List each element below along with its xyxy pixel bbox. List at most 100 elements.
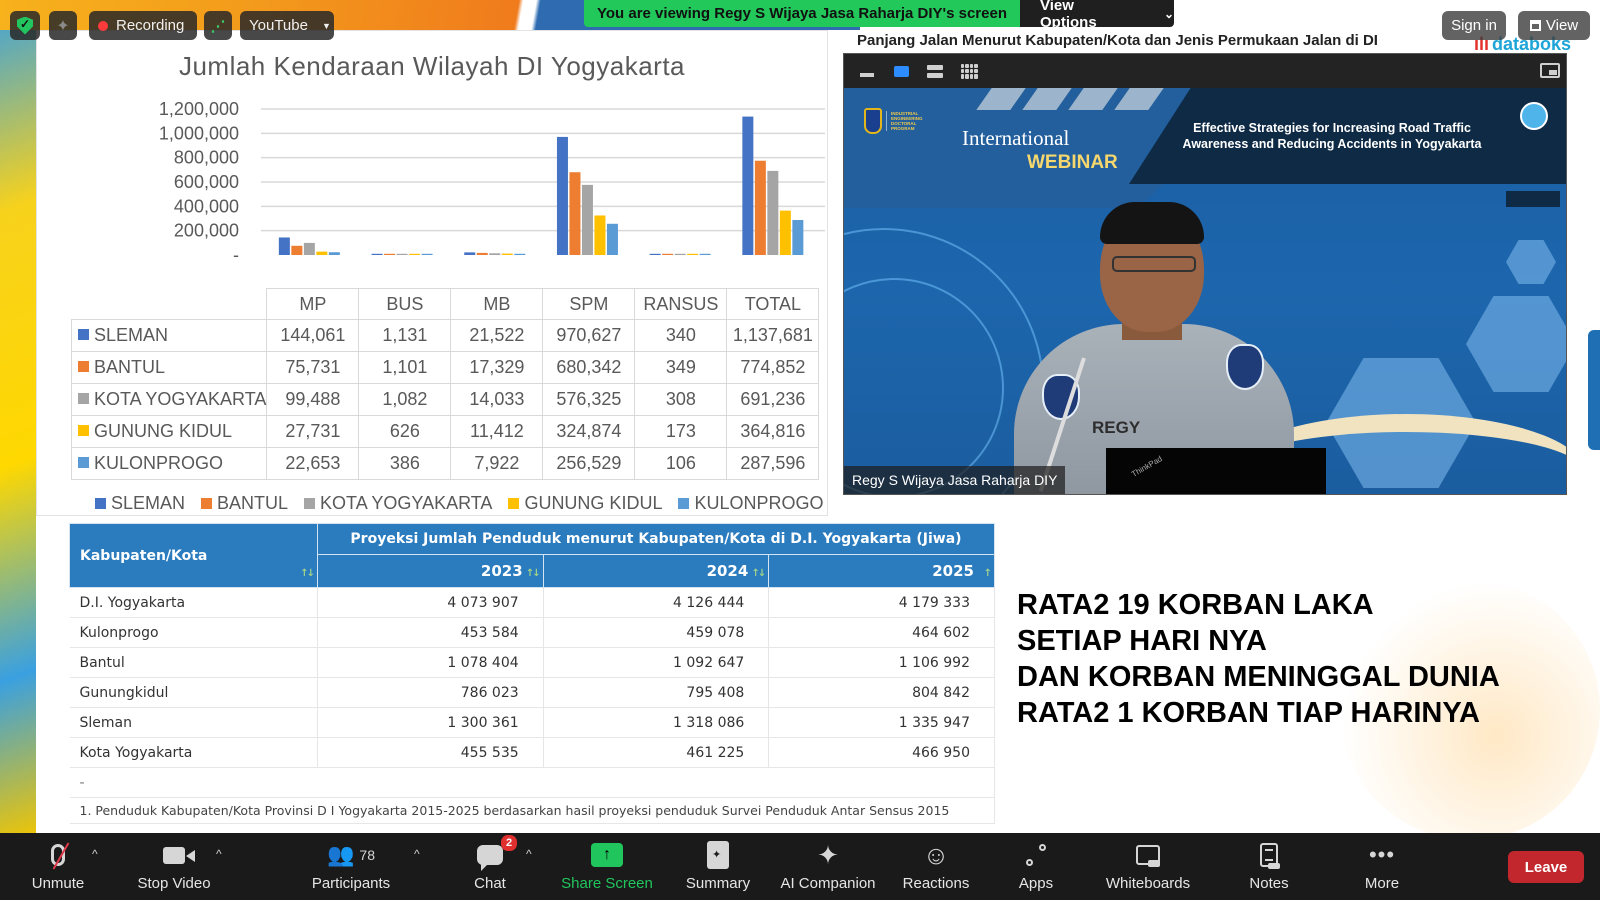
banner-dark-tab <box>1506 191 1560 207</box>
speaker-view-button[interactable] <box>892 64 910 78</box>
whiteboard-icon <box>1136 845 1160 867</box>
whiteboards-button[interactable]: Whiteboards <box>1100 833 1196 900</box>
table-cell: 308 <box>634 383 728 416</box>
table-cell: 99,488 <box>266 383 360 416</box>
participants-button[interactable]: 👥 78 Participants <box>308 833 394 900</box>
population-value: 1 300 361 <box>317 707 544 738</box>
webinar-headline: Effective Strategies for Increasing Road… <box>1182 121 1482 151</box>
record-dot-icon <box>98 20 108 31</box>
share-screen-button[interactable]: ↑ Share Screen <box>561 833 653 900</box>
y-tick-label: 1,200,000 <box>159 99 239 119</box>
sort-icon[interactable]: ↑ <box>984 568 993 579</box>
population-value: 453 584 <box>317 617 544 648</box>
legend-item: KOTA YOGYAKARTA <box>304 493 492 514</box>
vehicle-table-row: KULONPROGO 22,653 386 7,922 256,529 106 287,59… <box>70 447 820 480</box>
audio-options-caret[interactable]: ^ <box>92 847 98 861</box>
table-cell: 106 <box>634 447 728 480</box>
y-tick-label: 200,000 <box>174 221 239 241</box>
chat-button[interactable]: 2 Chat <box>465 833 517 900</box>
muted-microphone-icon <box>51 844 65 866</box>
hexagon-decoration <box>1506 240 1556 284</box>
y-tick-label: - <box>233 245 239 265</box>
table-cell: 1,137,681 <box>726 319 820 352</box>
population-value: 795 408 <box>543 677 770 708</box>
video-options-caret[interactable]: ^ <box>216 847 222 861</box>
sort-icon[interactable]: ↑↓ <box>300 568 315 579</box>
ai-companion-button[interactable]: ✦ AI Companion <box>776 833 880 900</box>
region-name: Kota Yogyakarta <box>69 737 318 768</box>
hexagon-decoration <box>1466 296 1566 392</box>
participant-name-tag: Regy S Wijaya Jasa Raharja DIY <box>844 466 1066 494</box>
reactions-button[interactable]: ☺ Reactions <box>901 833 971 900</box>
participants-label: Participants <box>311 875 391 892</box>
bar-kulonprogo-mb <box>514 253 526 255</box>
ai-sparkle-button[interactable]: ✦ <box>49 11 77 40</box>
university-program-text: INDUSTRIAL ENGINEERING DOCTORAL PROGRAM <box>886 111 923 131</box>
view-button[interactable]: View <box>1518 11 1590 40</box>
banner-stripes <box>976 88 1164 110</box>
y-tick-label: 800,000 <box>174 148 239 168</box>
leave-button[interactable]: Leave <box>1508 851 1584 883</box>
series-name: SLEMAN <box>94 325 169 345</box>
recording-label: Recording <box>116 17 185 34</box>
smiley-plus-icon: ☺ <box>922 839 950 870</box>
bar-kulonprogo-total <box>792 220 804 255</box>
unmute-label: Unmute <box>31 875 85 892</box>
column-header-2025[interactable]: 2025 ↑ <box>768 553 995 589</box>
meeting-toolbar: Unmute ^ Stop Video ^ 👥 78 Participants ^… <box>0 833 1600 900</box>
y-tick-label: 1,000,000 <box>159 123 239 143</box>
bar-sleman-spm <box>556 136 568 255</box>
sort-icon[interactable]: ↑↓ <box>752 568 767 579</box>
unmute-button[interactable]: Unmute <box>26 833 90 900</box>
chart-title: Jumlah Kendaraan Wilayah DI Yogyakarta <box>178 51 686 81</box>
recording-indicator[interactable]: Recording <box>89 11 197 40</box>
pop-out-video-icon[interactable] <box>1540 63 1560 78</box>
video-panel[interactable]: INDUSTRIAL ENGINEERING DOCTORAL PROGRAM … <box>843 53 1567 495</box>
population-value: 461 225 <box>543 737 770 768</box>
summary-button[interactable]: Summary <box>683 833 753 900</box>
table-cell: 1,131 <box>358 319 452 352</box>
table-cell: 1,082 <box>358 383 452 416</box>
view-options-button[interactable]: View Options ⌄ <box>1020 0 1174 31</box>
table-cell: 17,329 <box>450 351 544 384</box>
category-header: SPM <box>542 288 636 320</box>
gallery-view-button[interactable] <box>960 63 978 79</box>
apps-button[interactable]: Apps <box>1016 833 1056 900</box>
series-swatch-icon <box>78 457 89 468</box>
chat-options-caret[interactable]: ^ <box>526 847 532 861</box>
minimize-video-button[interactable] <box>858 64 876 78</box>
series-name: GUNUNG KIDUL <box>94 421 233 441</box>
view-label: View <box>1545 17 1579 34</box>
more-button[interactable]: ••• More <box>1360 833 1404 900</box>
population-value: 455 535 <box>317 737 544 768</box>
bar-sleman-mp <box>278 237 290 255</box>
sort-icon[interactable]: ↑↓ <box>526 568 541 579</box>
bar-gunung-kidul-mb <box>501 253 513 255</box>
column-header-2024[interactable]: 2024 ↑↓ <box>542 553 770 589</box>
sign-in-button[interactable]: Sign in <box>1442 11 1506 40</box>
legend-label: KOTA YOGYAKARTA <box>320 493 493 513</box>
column-header-2023[interactable]: 2023 ↑↓ <box>317 553 544 589</box>
bar-gunung-kidul-spm <box>594 215 606 255</box>
bar-kota-yogyakarta-mp <box>303 242 315 255</box>
live-stream-indicator[interactable]: ⋰ <box>204 11 232 40</box>
population-value: 1 092 647 <box>543 647 770 678</box>
y-tick-label: 400,000 <box>174 196 239 216</box>
uniform-name-tag: REGY <box>1092 418 1141 437</box>
column-header-kabupaten[interactable]: Kabupaten/Kota ↑↓ <box>69 523 318 588</box>
row-label: KULONPROGO <box>70 447 268 480</box>
population-value: 4 073 907 <box>317 587 544 618</box>
stop-video-button[interactable]: Stop Video <box>132 833 216 900</box>
series-swatch-icon <box>78 425 89 436</box>
notes-button[interactable]: Notes <box>1246 833 1292 900</box>
youtube-stream-dropdown[interactable]: YouTube ▼ <box>240 11 334 40</box>
bar-gunung-kidul-ransus <box>687 253 699 255</box>
side-by-side-view-button[interactable] <box>926 64 944 78</box>
region-name: Kulonprogo <box>69 617 318 648</box>
region-name: Bantul <box>69 647 318 678</box>
legend-swatch-icon <box>201 498 213 509</box>
participants-options-caret[interactable]: ^ <box>414 847 420 861</box>
bar-gunung-kidul-total <box>779 210 791 255</box>
bar-kota-yogyakarta-mb <box>489 253 501 255</box>
security-button[interactable] <box>10 11 40 40</box>
